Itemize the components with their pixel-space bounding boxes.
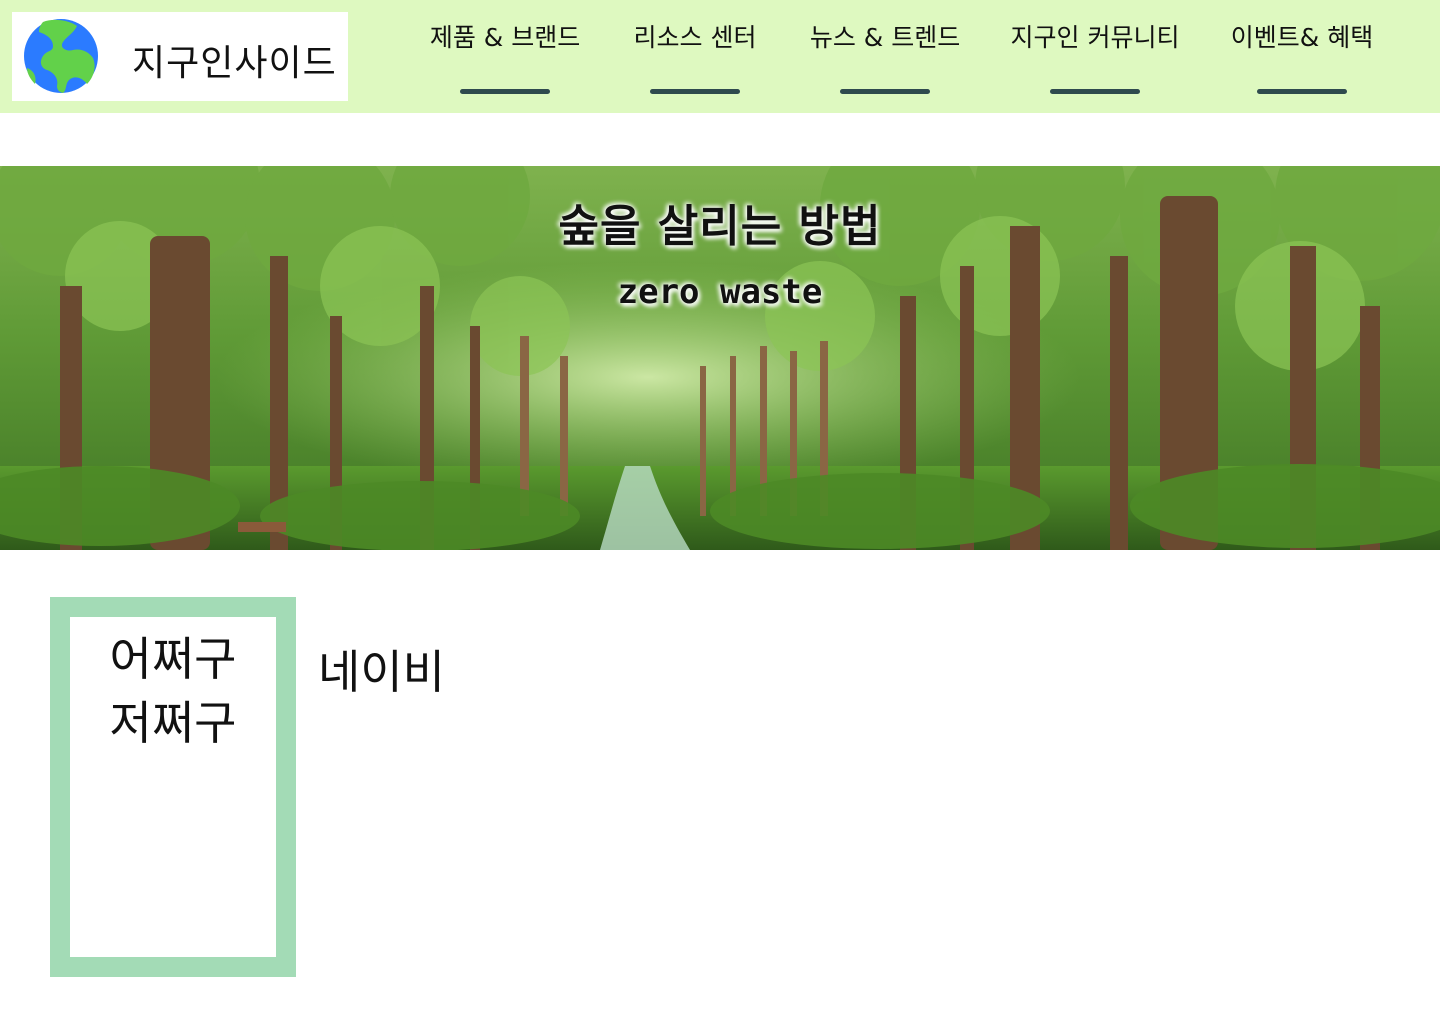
nav-label: 리소스 센터: [633, 23, 757, 52]
site-header: 지구인사이드 제품 & 브랜드 리소스 센터 뉴스 & 트렌드 지구인 커뮤니티…: [0, 0, 1440, 113]
site-title: 지구인사이드: [132, 43, 337, 84]
nav-label: 지구인 커뮤니티: [1010, 23, 1180, 52]
main-heading: 네이비: [318, 645, 445, 699]
hero-title: 숲을 살리는 방법: [558, 201, 882, 252]
nav-item-products-brands[interactable]: 제품 & 브랜드: [430, 18, 580, 100]
sidebar-content: 어쩌구 저쩌구: [70, 617, 276, 957]
nav-underline: [1257, 89, 1347, 94]
hero-subtitle: zero waste: [617, 272, 823, 312]
nav-label: 뉴스 & 트렌드: [809, 23, 961, 52]
nav-item-community[interactable]: 지구인 커뮤니티: [1010, 18, 1180, 100]
nav-underline: [460, 89, 550, 94]
sidebar-frame: 어쩌구 저쩌구: [50, 597, 296, 977]
nav-label: 제품 & 브랜드: [429, 23, 581, 52]
nav-item-news-trends[interactable]: 뉴스 & 트렌드: [810, 18, 960, 100]
nav-underline: [650, 89, 740, 94]
nav-underline: [840, 89, 930, 94]
nav-label: 이벤트& 혜택: [1230, 23, 1374, 52]
earth-globe-icon: [24, 19, 98, 94]
sidebar-line: 어쩌구: [109, 632, 237, 686]
nav-item-resource-center[interactable]: 리소스 센터: [630, 18, 760, 100]
nav-item-events-benefits[interactable]: 이벤트& 혜택: [1222, 18, 1382, 100]
home-logo-link[interactable]: 지구인사이드: [12, 12, 348, 101]
sidebar-line: 저쩌구: [109, 696, 237, 750]
nav-underline: [1050, 89, 1140, 94]
hero-banner: 숲을 살리는 방법 zero waste: [0, 166, 1440, 550]
